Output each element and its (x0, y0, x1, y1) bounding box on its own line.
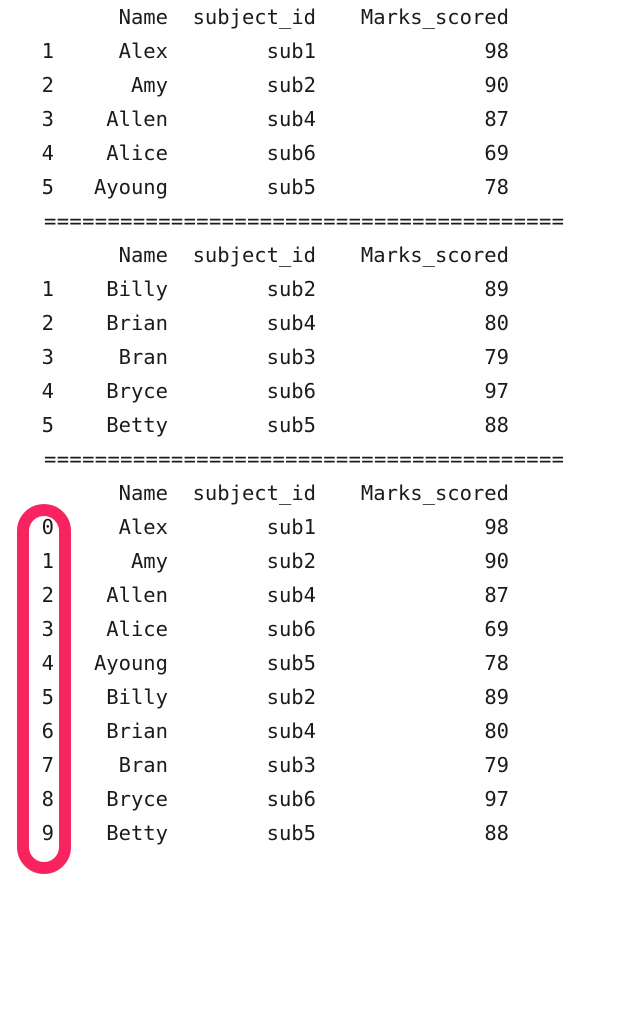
row-marks: 88 (484, 413, 509, 437)
header-marks-scored: Marks_scored (360, 481, 509, 505)
row-marks: 90 (484, 549, 509, 573)
header-marks-scored: Marks_scored (360, 5, 509, 29)
table-row: 2 Amy sub2 90 (0, 68, 624, 102)
row-marks: 69 (484, 617, 509, 641)
separator-text: ========================================… (44, 447, 565, 471)
row-marks: 80 (484, 719, 509, 743)
row-marks: 69 (484, 141, 509, 165)
row-marks: 78 (484, 175, 509, 199)
table-header-row: Name subject_id Marks_scored (0, 476, 624, 510)
dataframe-block-one: Name subject_id Marks_scored 1 Alex sub1… (0, 0, 624, 204)
dataframe-block-two: Name subject_id Marks_scored 1 Billy sub… (0, 238, 624, 442)
table-row: 0 Alex sub1 98 (0, 510, 624, 544)
table-row: 2 Brian sub4 80 (0, 306, 624, 340)
table-row: 5 Ayoung sub5 78 (0, 170, 624, 204)
separator-line: ========================================… (0, 204, 624, 238)
table-row: 9 Betty sub5 88 (0, 816, 624, 850)
row-marks: 87 (484, 107, 509, 131)
row-marks: 79 (484, 345, 509, 369)
table-row: 4 Alice sub6 69 (0, 136, 624, 170)
table-row: 1 Billy sub2 89 (0, 272, 624, 306)
table-row: 6 Brian sub4 80 (0, 714, 624, 748)
table-row: 5 Betty sub5 88 (0, 408, 624, 442)
row-marks: 78 (484, 651, 509, 675)
table-row: 3 Alice sub6 69 (0, 612, 624, 646)
table-row: 3 Allen sub4 87 (0, 102, 624, 136)
console-output: Name subject_id Marks_scored 1 Alex sub1… (0, 0, 624, 884)
row-marks: 89 (484, 685, 509, 709)
row-marks: 80 (484, 311, 509, 335)
row-marks: 87 (484, 583, 509, 607)
table-row: 4 Ayoung sub5 78 (0, 646, 624, 680)
table-header-row: Name subject_id Marks_scored (0, 0, 624, 34)
table-header-row: Name subject_id Marks_scored (0, 238, 624, 272)
table-row: 4 Bryce sub6 97 (0, 374, 624, 408)
row-marks: 98 (484, 515, 509, 539)
table-row: 1 Alex sub1 98 (0, 34, 624, 68)
row-marks: 89 (484, 277, 509, 301)
header-marks-scored: Marks_scored (360, 243, 509, 267)
row-marks: 98 (484, 39, 509, 63)
table-row: 7 Bran sub3 79 (0, 748, 624, 782)
row-marks: 79 (484, 753, 509, 777)
table-row: 5 Billy sub2 89 (0, 680, 624, 714)
separator-text: ========================================… (44, 209, 565, 233)
separator-line: ========================================… (0, 442, 624, 476)
row-marks: 97 (484, 379, 509, 403)
table-row: 8 Bryce sub6 97 (0, 782, 624, 816)
row-marks: 90 (484, 73, 509, 97)
row-marks: 97 (484, 787, 509, 811)
table-row: 3 Bran sub3 79 (0, 340, 624, 374)
table-row: 1 Amy sub2 90 (0, 544, 624, 578)
row-marks: 88 (484, 821, 509, 845)
table-row: 2 Allen sub4 87 (0, 578, 624, 612)
dataframe-block-concatenated: Name subject_id Marks_scored 0 Alex sub1… (0, 476, 624, 850)
